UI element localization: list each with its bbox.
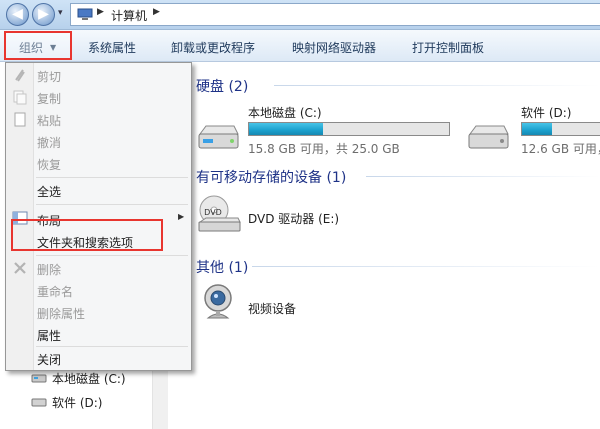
menu-item-select-all[interactable]: 全选 (37, 183, 61, 200)
system-properties-button[interactable]: 系统属性 (88, 39, 136, 56)
address-bar: ◀ ▶ ▾ ▶ 计算机 ▶ (0, 0, 600, 30)
drive-c-label[interactable]: 本地磁盘 (C:) (248, 104, 322, 121)
group-divider (366, 176, 600, 177)
video-device-label[interactable]: 视频设备 (248, 300, 296, 317)
command-bar: 组织 ▼ 系统属性 卸载或更改程序 映射网络驱动器 打开控制面板 (0, 30, 600, 62)
menu-separator (36, 177, 188, 178)
copy-icon (13, 90, 27, 105)
menu-item-delete[interactable]: 删除 (37, 261, 61, 278)
map-network-drive-button[interactable]: 映射网络驱动器 (292, 39, 376, 56)
address-field[interactable]: ▶ 计算机 ▶ (70, 3, 600, 26)
menu-separator (36, 204, 188, 205)
drive-d-label[interactable]: 软件 (D:) (521, 104, 571, 121)
submenu-arrow-icon: ▶ (178, 212, 185, 221)
uninstall-program-button[interactable]: 卸载或更改程序 (171, 39, 255, 56)
drive-d-usage-fill (522, 123, 553, 135)
menu-separator (36, 346, 188, 347)
nav-item-local-disk-c[interactable]: 本地磁盘 (C:) (52, 370, 126, 387)
drive-icon (31, 374, 47, 383)
breadcrumb-separator[interactable]: ▶ (97, 7, 104, 17)
webcam-icon (204, 284, 232, 319)
drive-c-usage-bar (248, 122, 450, 136)
dvd-drive-label[interactable]: DVD 驱动器 (E:) (248, 210, 339, 227)
menu-item-remove-properties[interactable]: 删除属性 (37, 305, 85, 322)
open-control-panel-button[interactable]: 打开控制面板 (412, 39, 484, 56)
drive-d-usage-bar (521, 122, 600, 136)
organize-menu: 剪切 复制 粘贴 撤消 恢复 全选 布局 ▶ 文件夹和搜索选项 删除 重命名 删… (5, 62, 192, 371)
menu-item-paste[interactable]: 粘贴 (37, 112, 61, 129)
menu-separator (36, 255, 188, 256)
group-divider (252, 266, 600, 267)
drive-c-usage-fill (249, 123, 323, 135)
menu-item-copy[interactable]: 复制 (37, 90, 61, 107)
forward-button[interactable]: ▶ (32, 3, 55, 26)
group-divider (274, 85, 600, 86)
menu-item-close[interactable]: 关闭 (37, 351, 61, 368)
nav-item-software-d[interactable]: 软件 (D:) (52, 394, 102, 411)
menu-item-undo[interactable]: 撤消 (37, 134, 61, 151)
hard-drive-icon (198, 125, 239, 149)
content-pane: 硬盘 (2) 本地磁盘 (C:) 15.8 GB 可用，共 25.0 GB 软件… (170, 62, 600, 429)
dvd-icon-label: DVD (204, 208, 222, 217)
cut-icon (15, 69, 25, 82)
delete-icon (14, 262, 26, 274)
back-button[interactable]: ◀ (6, 3, 29, 26)
drive-d-size: 12.6 GB 可用，共 (521, 142, 600, 156)
group-header-hard-disks[interactable]: 硬盘 (2) (196, 76, 248, 96)
menu-item-properties[interactable]: 属性 (37, 327, 61, 344)
hard-drive-icon (468, 125, 509, 149)
menu-item-rename[interactable]: 重命名 (37, 283, 73, 300)
drive-c-size: 15.8 GB 可用，共 25.0 GB (248, 142, 400, 156)
history-dropdown-icon[interactable]: ▾ (58, 8, 63, 18)
computer-icon (77, 8, 93, 20)
group-header-other[interactable]: 其他 (1) (196, 257, 248, 277)
dvd-drive-icon: DVD (198, 195, 241, 232)
drive-icon (31, 398, 47, 407)
menu-item-cut[interactable]: 剪切 (37, 68, 61, 85)
breadcrumb-separator[interactable]: ▶ (153, 7, 160, 17)
paste-icon (14, 112, 26, 127)
menu-item-redo[interactable]: 恢复 (37, 156, 61, 173)
group-header-removable[interactable]: 有可移动存储的设备 (1) (196, 167, 346, 187)
folder-options-highlight-box (11, 219, 163, 251)
breadcrumb-computer[interactable]: 计算机 (111, 7, 147, 24)
organize-highlight-box (4, 31, 72, 60)
